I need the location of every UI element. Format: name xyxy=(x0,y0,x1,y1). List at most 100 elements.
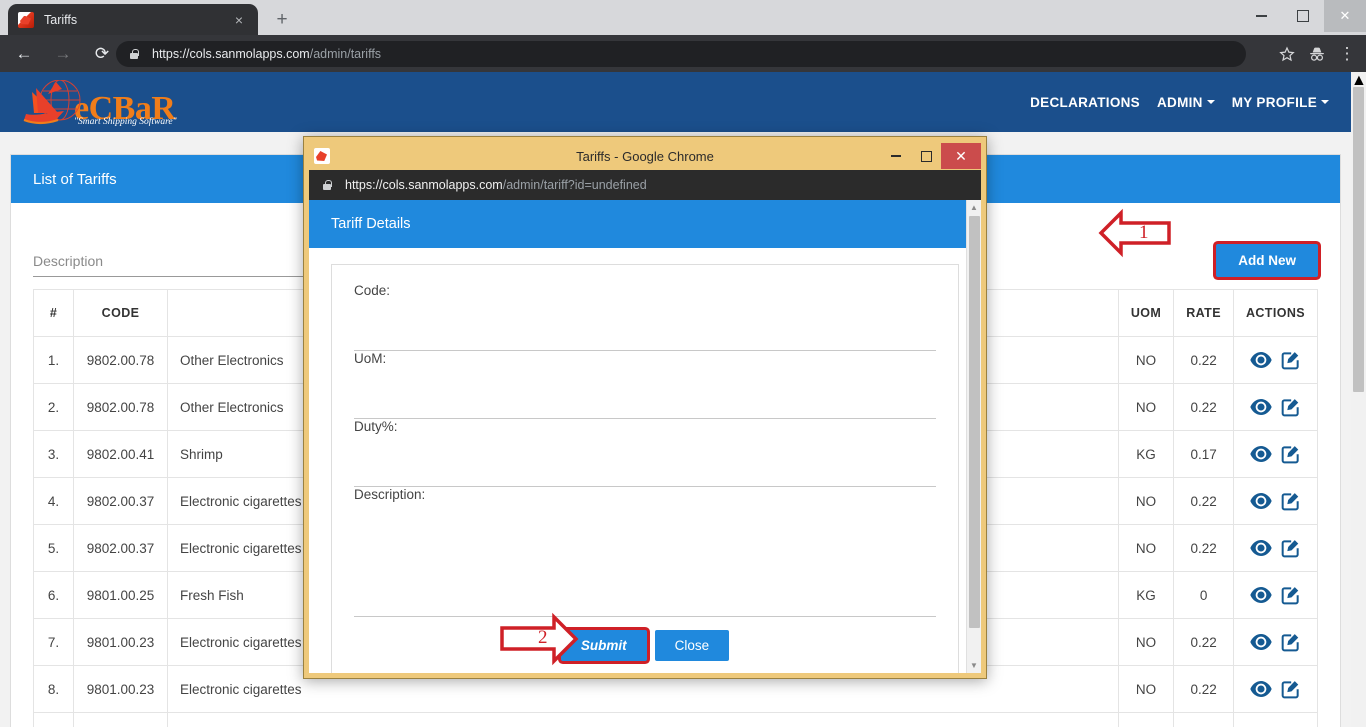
cell-code: 9802.00.37 xyxy=(73,477,168,525)
window-minimize-button[interactable] xyxy=(1240,0,1282,32)
view-eye-icon[interactable] xyxy=(1250,399,1272,415)
cell-uom: NO xyxy=(1117,712,1175,727)
field-description-label: Description: xyxy=(354,487,426,502)
cell-num: 3. xyxy=(33,430,74,478)
cell-num: 2. xyxy=(33,383,74,431)
column-header-uom: UOM xyxy=(1117,289,1175,337)
tab-favicon-icon xyxy=(18,11,34,28)
cell-rate: 0.17 xyxy=(1173,430,1234,478)
field-description-input[interactable] xyxy=(354,502,936,598)
modal-scroll-up-icon[interactable]: ▲ xyxy=(967,200,981,215)
window-maximize-button[interactable] xyxy=(1282,0,1324,32)
tab-close-icon[interactable]: × xyxy=(230,11,248,29)
new-tab-button[interactable]: + xyxy=(270,8,294,32)
field-code-input[interactable] xyxy=(354,298,936,319)
view-eye-icon[interactable] xyxy=(1250,634,1272,650)
close-button[interactable]: Close xyxy=(654,630,730,661)
nav-item-admin[interactable]: ADMIN xyxy=(1157,95,1215,110)
page-scrollbar[interactable]: ▲ xyxy=(1351,72,1366,727)
incognito-hat-icon[interactable] xyxy=(1302,39,1332,69)
popup-viewport: Tariff Details Code: UoM: Duty%: Descrip… xyxy=(309,200,981,673)
page-scrollbar-thumb[interactable] xyxy=(1353,87,1364,392)
cell-code: 9802.00.78 xyxy=(73,383,168,431)
field-uom-input[interactable] xyxy=(354,366,936,387)
nav-item-declarations[interactable]: DECLARATIONS xyxy=(1030,95,1140,110)
view-eye-icon[interactable] xyxy=(1250,493,1272,509)
nav-item-my-profile[interactable]: MY PROFILE xyxy=(1232,95,1329,110)
browser-menu-icon[interactable]: ⋮ xyxy=(1332,39,1362,69)
column-header-actions: ACTIONS xyxy=(1232,289,1319,337)
browser-tab[interactable]: Tariffs × xyxy=(8,4,258,35)
cell-code: 9801.00.23 xyxy=(73,665,168,713)
view-eye-icon[interactable] xyxy=(1250,681,1272,697)
cell-code: 9801.00.25 xyxy=(73,571,168,619)
modal-scrollbar[interactable]: ▲ ▼ xyxy=(966,200,981,673)
edit-pencil-icon[interactable] xyxy=(1281,632,1301,652)
edit-pencil-icon[interactable] xyxy=(1281,491,1301,511)
field-code: Code: xyxy=(354,283,936,351)
field-duty-input[interactable] xyxy=(354,434,936,455)
edit-pencil-icon[interactable] xyxy=(1281,679,1301,699)
view-eye-icon[interactable] xyxy=(1250,446,1272,462)
edit-pencil-icon[interactable] xyxy=(1281,538,1301,558)
cell-rate: 0.22 xyxy=(1173,665,1234,713)
modal-body: Code: UoM: Duty%: Description: Submit Cl… xyxy=(309,248,981,673)
field-code-label: Code: xyxy=(354,283,391,298)
field-duty-label: Duty%: xyxy=(354,419,398,434)
search-field xyxy=(33,249,333,277)
page-title: List of Tariffs xyxy=(33,170,117,188)
bookmark-star-icon[interactable] xyxy=(1272,39,1302,69)
edit-pencil-icon[interactable] xyxy=(1281,350,1301,370)
cell-desc: Hondashi xyxy=(167,712,1119,727)
field-duty: Duty%: xyxy=(354,419,936,487)
cell-actions xyxy=(1232,665,1319,713)
cell-rate: 0.22 xyxy=(1173,618,1234,666)
cell-code: 9802.00.41 xyxy=(73,430,168,478)
add-new-button[interactable]: Add New xyxy=(1216,244,1318,277)
popup-url-path: /admin/tariff?id=undefined xyxy=(502,178,647,192)
modal-scrollbar-thumb[interactable] xyxy=(969,216,980,628)
browser-toolbar: ← → ⟳ https://cols.sanmolapps.com/admin/… xyxy=(0,35,1366,72)
cell-rate: 0 xyxy=(1173,571,1234,619)
cell-code: 9802.00.78 xyxy=(73,336,168,384)
cell-num: 4. xyxy=(33,477,74,525)
cell-uom: NO xyxy=(1117,336,1175,384)
logo-tagline: "Smart Shipping Software" xyxy=(74,117,177,127)
nav-item-admin-label: ADMIN xyxy=(1156,94,1203,110)
modal-scroll-down-icon[interactable]: ▼ xyxy=(967,658,981,673)
forward-icon[interactable]: → xyxy=(48,39,78,69)
popup-url-origin: https://cols.sanmolapps.com xyxy=(345,178,503,192)
address-bar[interactable]: https://cols.sanmolapps.com/admin/tariff… xyxy=(116,41,1246,67)
popup-address-bar[interactable]: https://cols.sanmolapps.com/admin/tariff… xyxy=(309,170,981,200)
tariff-form: Code: UoM: Duty%: Description: Submit Cl… xyxy=(331,264,959,673)
view-eye-icon[interactable] xyxy=(1250,587,1272,603)
cell-rate: 0.22 xyxy=(1173,336,1234,384)
cell-num: 8. xyxy=(33,665,74,713)
cell-actions xyxy=(1232,712,1319,727)
edit-pencil-icon[interactable] xyxy=(1281,585,1301,605)
cell-code: 9109.90.00 xyxy=(73,712,168,727)
back-icon[interactable]: ← xyxy=(9,39,39,69)
popup-titlebar[interactable]: Tariffs - Google Chrome ✕ xyxy=(309,142,981,170)
cell-uom: NO xyxy=(1117,524,1175,572)
view-eye-icon[interactable] xyxy=(1250,540,1272,556)
address-bar-url: https://cols.sanmolapps.com/admin/tariff… xyxy=(152,47,381,61)
window-close-button[interactable]: ✕ xyxy=(1324,0,1366,32)
cell-actions xyxy=(1232,618,1319,666)
submit-button[interactable]: Submit xyxy=(560,630,647,661)
form-actions: Submit Close xyxy=(354,617,936,665)
site-logo[interactable]: eCBaR "Smart Shipping Software" xyxy=(18,78,177,127)
cell-num: 1. xyxy=(33,336,74,384)
window-controls: ✕ xyxy=(1240,0,1366,32)
reload-icon[interactable]: ⟳ xyxy=(87,39,117,69)
cell-actions xyxy=(1232,383,1319,431)
view-eye-icon[interactable] xyxy=(1250,352,1272,368)
url-path: /admin/tariffs xyxy=(309,47,382,61)
edit-pencil-icon[interactable] xyxy=(1281,397,1301,417)
cell-actions xyxy=(1232,571,1319,619)
navbar-menu: DECLARATIONS ADMIN MY PROFILE xyxy=(1030,95,1329,110)
cell-code: 9802.00.37 xyxy=(73,524,168,572)
search-input[interactable] xyxy=(33,249,333,277)
tab-title: Tariffs xyxy=(44,12,78,27)
edit-pencil-icon[interactable] xyxy=(1281,444,1301,464)
